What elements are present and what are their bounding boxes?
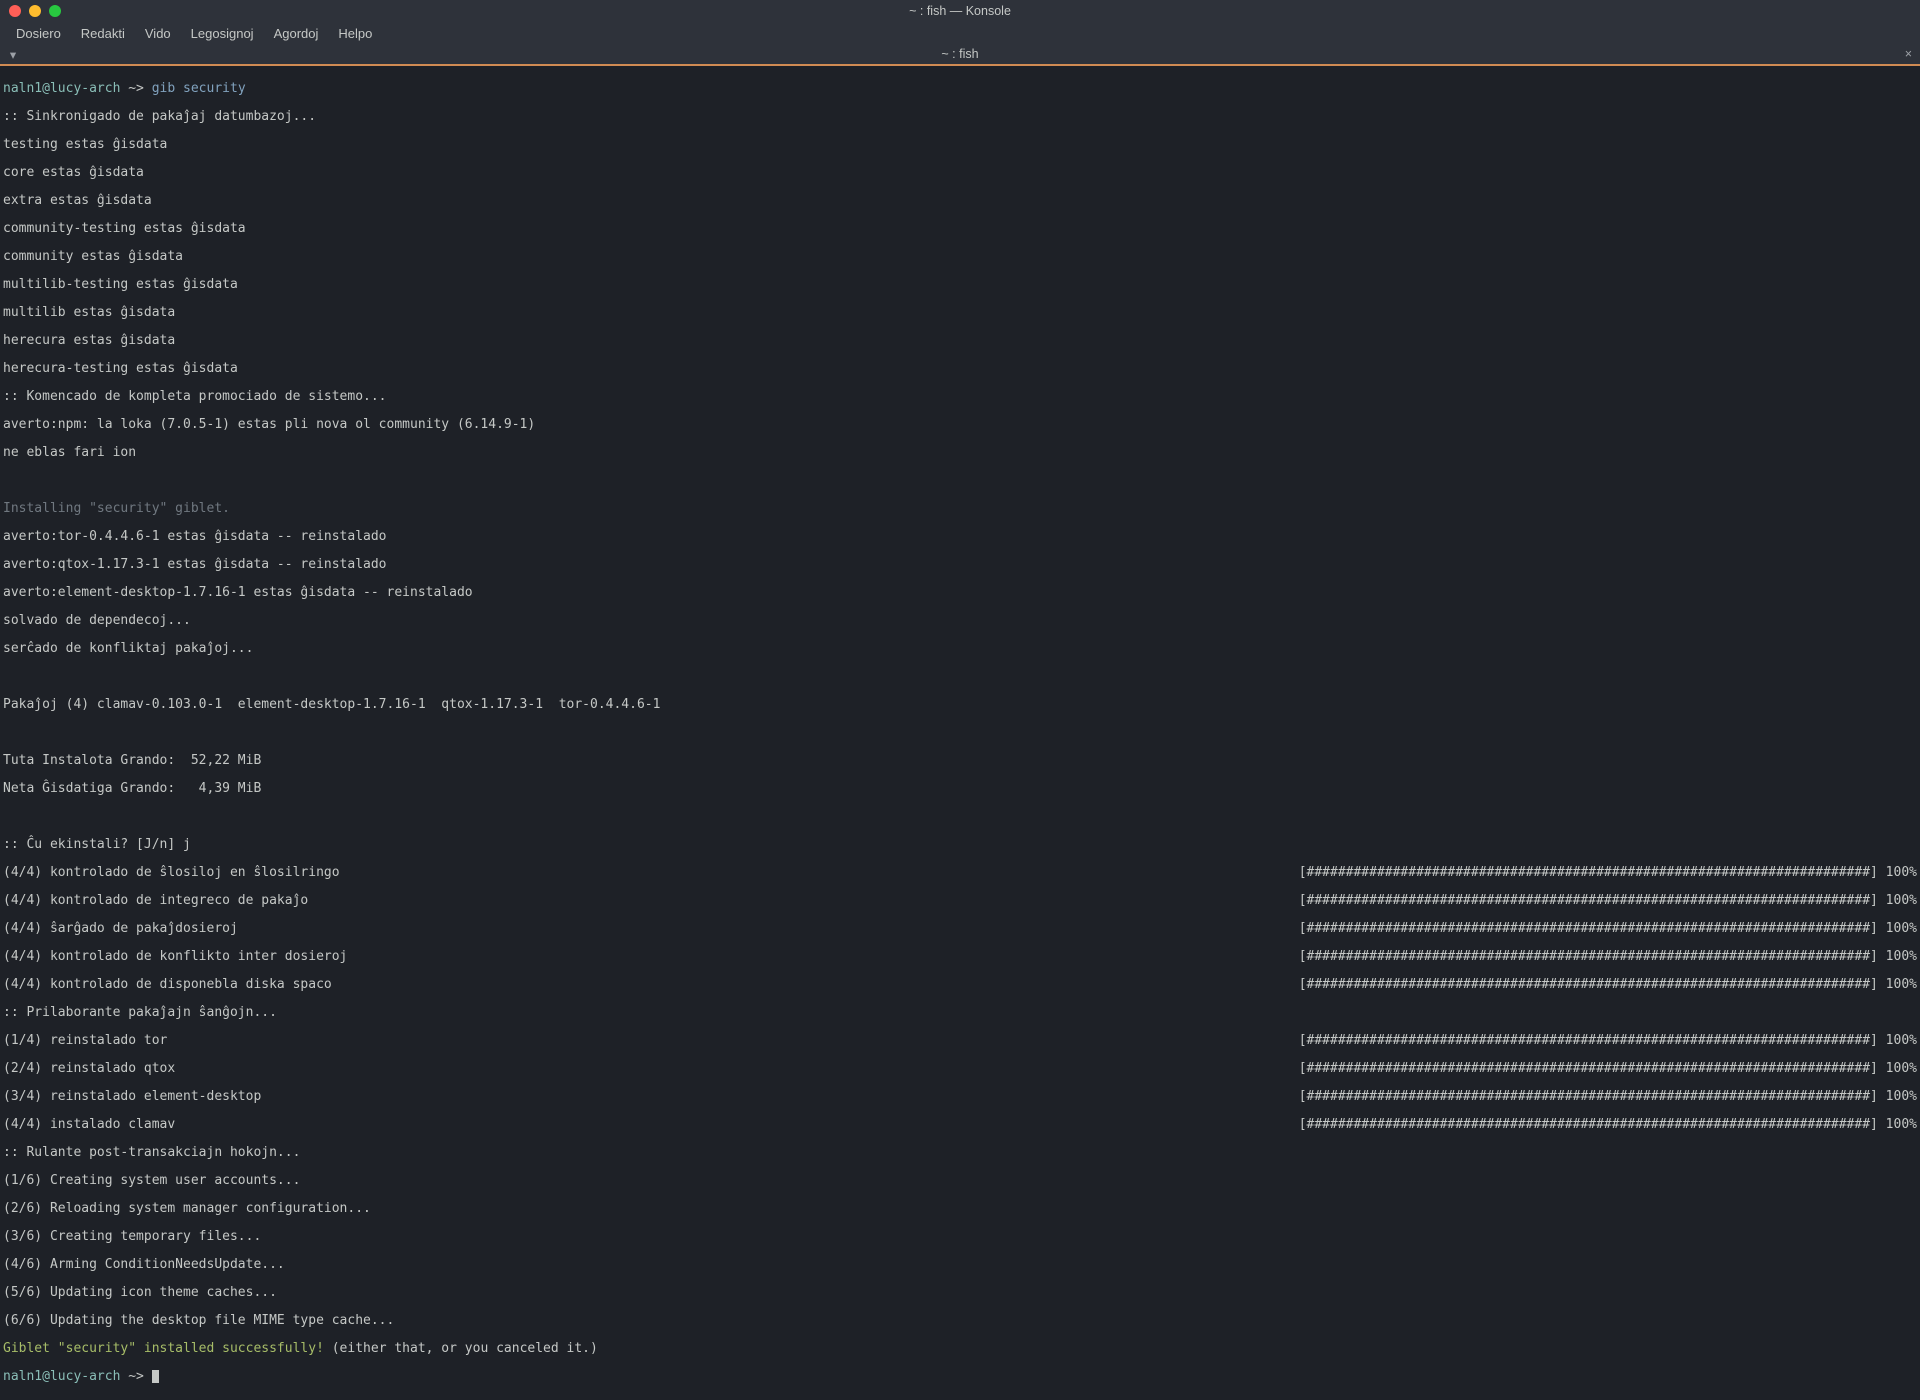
output-line — [3, 810, 1917, 824]
output-line: serĉado de konfliktaj pakaĵoj... — [3, 642, 1917, 656]
output-line: community-testing estas ĝisdata — [3, 222, 1917, 236]
output-line: Pakaĵoj (4) clamav-0.103.0-1 element-des… — [3, 698, 1917, 712]
output-line: :: Ĉu ekinstali? [J/n] j — [3, 838, 1917, 852]
progress-line: (4/4) kontrolado de disponebla diska spa… — [3, 978, 1917, 992]
output-line: herecura-testing estas ĝisdata — [3, 362, 1917, 376]
new-tab-button[interactable]: ▾ — [0, 47, 26, 62]
output-line: Neta Ĝisdatiga Grando: 4,39 MiB — [3, 782, 1917, 796]
command-keyword: gib — [152, 82, 175, 96]
output-line: ne eblas fari ion — [3, 446, 1917, 460]
output-line: multilib-testing estas ĝisdata — [3, 278, 1917, 292]
progress-line: (4/4) kontrolado de konflikto inter dosi… — [3, 950, 1917, 964]
window-minimize-button[interactable] — [29, 5, 41, 17]
output-line: extra estas ĝisdata — [3, 194, 1917, 208]
output-line: averto:element-desktop-1.7.16-1 estas ĝi… — [3, 586, 1917, 600]
menu-legosignoj[interactable]: Legosignoj — [181, 26, 264, 41]
output-line: testing estas ĝisdata — [3, 138, 1917, 152]
progress-line: (1/4) reinstalado tor[##################… — [3, 1034, 1917, 1048]
window-maximize-button[interactable] — [49, 5, 61, 17]
command-arg: security — [175, 82, 245, 96]
menu-helpo[interactable]: Helpo — [328, 26, 382, 41]
menu-vido[interactable]: Vido — [135, 26, 181, 41]
progress-line: (4/4) instalado clamav[#################… — [3, 1118, 1917, 1132]
window-title: ~ : fish — Konsole — [909, 4, 1011, 18]
terminal-viewport[interactable]: naln1@lucy-arch ~> gib security :: Sinkr… — [0, 66, 1920, 1400]
success-line: Giblet "security" installed successfully… — [3, 1342, 1917, 1356]
output-line: (4/6) Arming ConditionNeedsUpdate... — [3, 1258, 1917, 1272]
output-line — [3, 726, 1917, 740]
cursor — [152, 1370, 159, 1383]
prompt-arrow: ~> — [128, 1370, 151, 1384]
output-line: Tuta Instalota Grando: 52,22 MiB — [3, 754, 1917, 768]
output-line: multilib estas ĝisdata — [3, 306, 1917, 320]
menu-agordoj[interactable]: Agordoj — [264, 26, 329, 41]
output-line: solvado de dependecoj... — [3, 614, 1917, 628]
progress-line: (3/4) reinstalado element-desktop[######… — [3, 1090, 1917, 1104]
prompt-user: naln1@lucy-arch — [3, 1370, 128, 1384]
output-line: :: Sinkronigado de pakaĵaj datumbazoj... — [3, 110, 1917, 124]
tab-active[interactable]: ~ : fish — [941, 47, 978, 61]
output-line: (1/6) Creating system user accounts... — [3, 1174, 1917, 1188]
prompt-user: naln1@lucy-arch — [3, 82, 128, 96]
output-line: averto:tor-0.4.4.6-1 estas ĝisdata -- re… — [3, 530, 1917, 544]
output-line: (2/6) Reloading system manager configura… — [3, 1202, 1917, 1216]
output-line: (3/6) Creating temporary files... — [3, 1230, 1917, 1244]
output-line: :: Rulante post-transakciajn hokojn... — [3, 1146, 1917, 1160]
prompt-arrow: ~> — [128, 82, 151, 96]
tab-bar: ▾ ~ : fish × — [0, 44, 1920, 66]
window-close-button[interactable] — [9, 5, 21, 17]
progress-line: (4/4) kontrolado de ŝlosiloj en ŝlosilri… — [3, 866, 1917, 880]
output-line: (5/6) Updating icon theme caches... — [3, 1286, 1917, 1300]
traffic-lights — [0, 5, 61, 17]
output-line: herecura estas ĝisdata — [3, 334, 1917, 348]
menu-dosiero[interactable]: Dosiero — [6, 26, 71, 41]
output-line: :: Prilaborante pakaĵajn ŝanĝojn... — [3, 1006, 1917, 1020]
output-line — [3, 670, 1917, 684]
output-line: averto:npm: la loka (7.0.5-1) estas pli … — [3, 418, 1917, 432]
output-line — [3, 474, 1917, 488]
menubar: Dosiero Redakti Vido Legosignoj Agordoj … — [0, 22, 1920, 44]
window-titlebar: ~ : fish — Konsole — [0, 0, 1920, 22]
output-line: :: Komencado de kompleta promociado de s… — [3, 390, 1917, 404]
menu-redakti[interactable]: Redakti — [71, 26, 135, 41]
output-line: (6/6) Updating the desktop file MIME typ… — [3, 1314, 1917, 1328]
tab-close-button[interactable]: × — [1905, 47, 1912, 61]
progress-line: (4/4) kontrolado de integreco de pakaĵo[… — [3, 894, 1917, 908]
installing-message: Installing "security" giblet. — [3, 502, 1917, 516]
progress-line: (4/4) ŝarĝado de pakaĵdosieroj[#########… — [3, 922, 1917, 936]
progress-line: (2/4) reinstalado qtox[#################… — [3, 1062, 1917, 1076]
output-line: community estas ĝisdata — [3, 250, 1917, 264]
output-line: averto:qtox-1.17.3-1 estas ĝisdata -- re… — [3, 558, 1917, 572]
output-line: core estas ĝisdata — [3, 166, 1917, 180]
